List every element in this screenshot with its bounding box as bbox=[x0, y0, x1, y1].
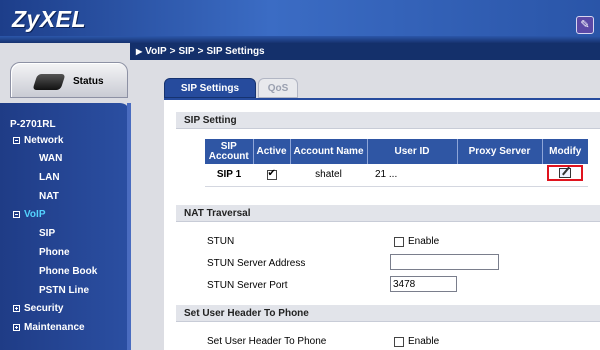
sidebar-item-pstn-line[interactable]: PSTN Line bbox=[9, 285, 89, 296]
user-header-enable-label: Enable bbox=[408, 336, 440, 347]
sidebar-group-label: Network bbox=[24, 135, 64, 146]
expand-icon bbox=[13, 305, 20, 312]
stun-enable-checkbox[interactable] bbox=[394, 236, 404, 247]
sidebar-group-label: VoIP bbox=[24, 209, 46, 220]
column-header-active: Active bbox=[253, 139, 291, 164]
cell-account-name: shatel bbox=[290, 164, 367, 187]
stun-server-address-input[interactable] bbox=[390, 254, 499, 270]
column-header-account-name: Account Name bbox=[290, 139, 368, 164]
status-label: Status bbox=[73, 76, 104, 87]
edit-icon bbox=[559, 168, 571, 179]
breadcrumb-sip: SIP bbox=[178, 46, 195, 57]
zyxel-logo: ZyXEL bbox=[12, 6, 87, 32]
sidebar-item-sip[interactable]: SIP bbox=[9, 228, 55, 239]
sidebar-item-wan[interactable]: WAN bbox=[9, 153, 62, 164]
cell-active bbox=[253, 164, 290, 187]
stun-label: STUN bbox=[207, 236, 235, 247]
user-header-label: Set User Header To Phone bbox=[207, 336, 327, 347]
sidebar-item-nat[interactable]: NAT bbox=[9, 191, 59, 202]
breadcrumb-arrow-icon: ▶ bbox=[136, 47, 143, 56]
stun-enable[interactable]: Enable bbox=[394, 236, 439, 247]
table-row: SIP 1 shatel 21 ... bbox=[205, 164, 588, 187]
user-header-enable[interactable]: Enable bbox=[394, 336, 439, 347]
section-set-user-header: Set User Header To Phone bbox=[176, 305, 600, 322]
tab-sip-settings[interactable]: SIP Settings bbox=[164, 78, 256, 98]
router-icon bbox=[32, 74, 66, 90]
breadcrumb-separator: > bbox=[169, 46, 176, 57]
sidebar-group-label: Security bbox=[24, 303, 64, 314]
sidebar-group-maintenance[interactable]: Maintenance bbox=[13, 322, 85, 333]
sidebar-item-lan[interactable]: LAN bbox=[9, 172, 60, 183]
stun-server-port-label: STUN Server Port bbox=[207, 280, 288, 291]
column-header-sip-account: SIP Account bbox=[205, 139, 254, 164]
collapse-icon bbox=[13, 137, 20, 144]
device-name: P-2701RL bbox=[10, 119, 56, 130]
stun-server-address-label: STUN Server Address bbox=[207, 258, 306, 269]
breadcrumb-voip: VoIP bbox=[145, 46, 167, 57]
collapse-icon bbox=[13, 211, 20, 218]
sidebar-group-voip[interactable]: VoIP bbox=[13, 209, 45, 220]
column-header-modify: Modify bbox=[542, 139, 588, 164]
active-checkbox bbox=[266, 168, 277, 180]
banner-stripe bbox=[0, 36, 600, 43]
user-header-enable-checkbox[interactable] bbox=[394, 336, 404, 347]
sidebar-item-phone-book[interactable]: Phone Book bbox=[9, 266, 97, 277]
breadcrumb-sip-settings: SIP Settings bbox=[206, 46, 265, 57]
top-banner: ZyXEL ✎ bbox=[0, 0, 600, 43]
sidebar-group-security[interactable]: Security bbox=[13, 303, 63, 314]
status-button[interactable]: Status bbox=[10, 62, 128, 98]
sidebar-item-phone[interactable]: Phone bbox=[9, 247, 70, 258]
wizard-icon[interactable]: ✎ bbox=[576, 16, 594, 34]
cell-modify bbox=[542, 164, 588, 187]
breadcrumb-separator: > bbox=[197, 46, 204, 57]
expand-icon bbox=[13, 324, 20, 331]
stun-enable-label: Enable bbox=[408, 236, 440, 247]
modify-button[interactable] bbox=[547, 165, 583, 182]
breadcrumb: ▶ VoIP > SIP > SIP Settings bbox=[130, 43, 600, 60]
column-header-proxy-server: Proxy Server bbox=[457, 139, 543, 164]
sidebar-group-label: Maintenance bbox=[24, 322, 85, 333]
tab-qos[interactable]: QoS bbox=[258, 78, 298, 98]
sidebar-group-network[interactable]: Network bbox=[13, 135, 63, 146]
cell-proxy-server bbox=[457, 164, 542, 187]
column-header-user-id: User ID bbox=[367, 139, 458, 164]
cell-user-id: 21 ... bbox=[367, 164, 457, 187]
stun-server-port-input[interactable] bbox=[390, 276, 457, 292]
section-sip-setting: SIP Setting bbox=[176, 112, 600, 129]
sip-account-table: SIP Account Active Account Name User ID … bbox=[205, 139, 588, 187]
cell-sip-account: SIP 1 bbox=[205, 164, 253, 187]
section-nat-traversal: NAT Traversal bbox=[176, 205, 600, 222]
